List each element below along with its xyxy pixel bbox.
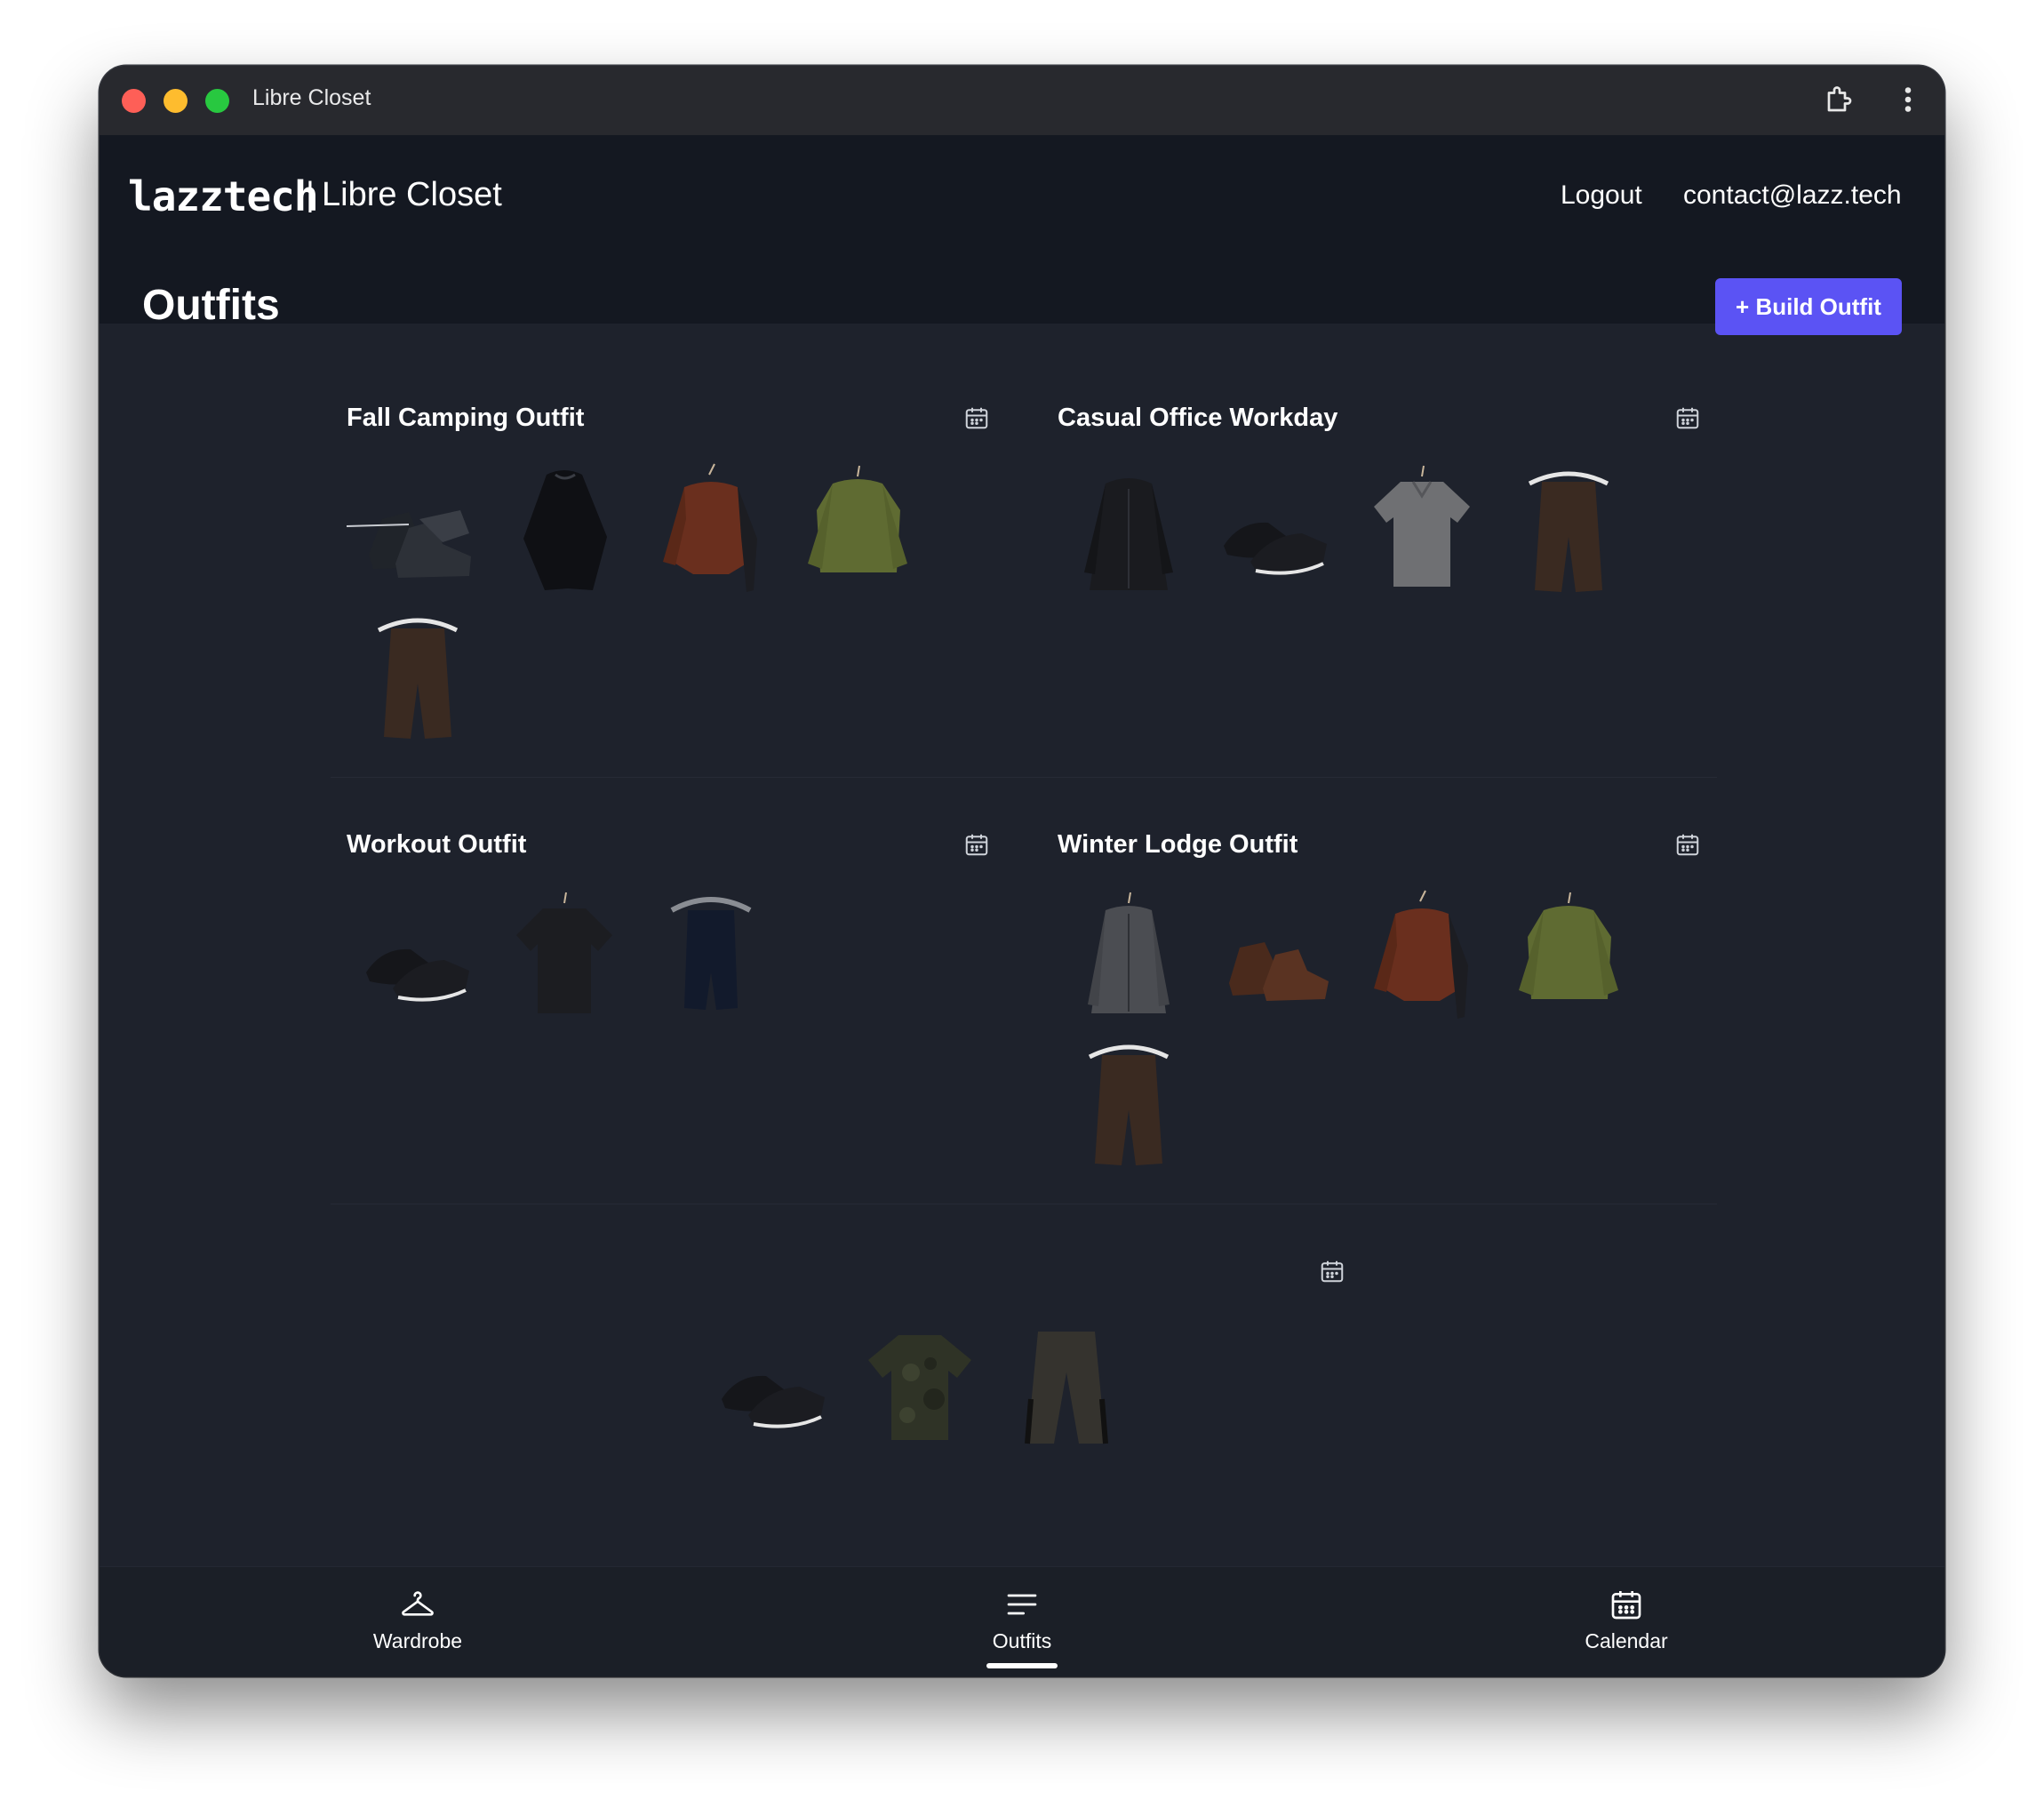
brown-pants-item[interactable] [1058, 1030, 1200, 1172]
outfit-title: Fall Camping Outfit [347, 404, 585, 432]
calendar-icon[interactable] [1319, 1258, 1345, 1284]
gray-track-pants-item[interactable] [995, 1310, 1138, 1452]
gray-polo-shirt-item[interactable] [1351, 457, 1493, 599]
tab-label: Outfits [992, 1629, 1052, 1652]
black-sneakers-item[interactable] [347, 884, 489, 1026]
account-email-link[interactable]: contact@lazz.tech [1683, 180, 1902, 211]
rust-fleece-jacket-item[interactable] [640, 457, 782, 599]
brown-pants-item[interactable] [347, 604, 489, 746]
more-menu-icon[interactable] [1899, 84, 1917, 116]
app-window: Libre Closet lazztech | Libre Closet Log… [100, 66, 1944, 1676]
navy-shorts-item[interactable] [640, 884, 782, 1026]
page-title: Outfits [142, 282, 280, 329]
title-bar: Libre Closet [100, 66, 1944, 136]
list-icon [1007, 1594, 1037, 1615]
gray-jacket-item[interactable] [1058, 884, 1200, 1026]
window-title: Libre Closet [252, 85, 371, 110]
brand-separator: | [306, 176, 315, 213]
black-leather-jacket-item[interactable] [1058, 457, 1200, 599]
hiking-boots-item[interactable] [347, 457, 489, 599]
app-header: lazztech | Libre Closet Logout contact@l… [100, 135, 1944, 324]
section-divider [331, 777, 1717, 778]
calendar-icon [1611, 1591, 1641, 1620]
black-tshirt-item[interactable] [493, 884, 635, 1026]
hanger-icon [402, 1591, 434, 1616]
close-window-button[interactable] [122, 89, 146, 113]
tab-label: Wardrobe [372, 1629, 463, 1652]
build-outfit-button[interactable]: + Build Outfit [1715, 278, 1902, 335]
calendar-icon[interactable] [1674, 404, 1701, 431]
calendar-icon[interactable] [1674, 831, 1701, 858]
outfit-title: Winter Lodge Outfit [1058, 830, 1298, 859]
extensions-icon[interactable] [1824, 84, 1856, 116]
outfit-title: Workout Outfit [347, 830, 527, 859]
olive-sweater-item[interactable] [1497, 884, 1640, 1026]
calendar-icon[interactable] [963, 831, 990, 858]
tab-calendar[interactable]: Calendar [1520, 1567, 1733, 1676]
brand-logo[interactable]: lazztech [128, 172, 319, 220]
black-sneakers-item[interactable] [1204, 457, 1346, 599]
minimize-window-button[interactable] [164, 89, 188, 113]
black-sneakers-item[interactable] [702, 1310, 844, 1452]
rust-fleece-jacket-item[interactable] [1351, 884, 1493, 1026]
calendar-icon[interactable] [963, 404, 990, 431]
logout-link[interactable]: Logout [1561, 180, 1642, 211]
app-name: Libre Closet [322, 176, 502, 213]
tab-label: Calendar [1585, 1629, 1668, 1652]
black-poncho-item[interactable] [493, 457, 635, 599]
active-tab-indicator [986, 1663, 1058, 1668]
tab-outfits[interactable]: Outfits [915, 1567, 1129, 1676]
brown-pants-item[interactable] [1497, 457, 1640, 599]
outfit-title: Casual Office Workday [1058, 404, 1338, 432]
bottom-navigation: Wardrobe Outfits Calendar [100, 1566, 1944, 1676]
tab-wardrobe[interactable]: Wardrobe [311, 1567, 524, 1676]
camo-tshirt-item[interactable] [849, 1310, 991, 1452]
brown-boots-item[interactable] [1204, 884, 1346, 1026]
olive-sweater-item[interactable] [786, 457, 929, 599]
maximize-window-button[interactable] [205, 89, 229, 113]
